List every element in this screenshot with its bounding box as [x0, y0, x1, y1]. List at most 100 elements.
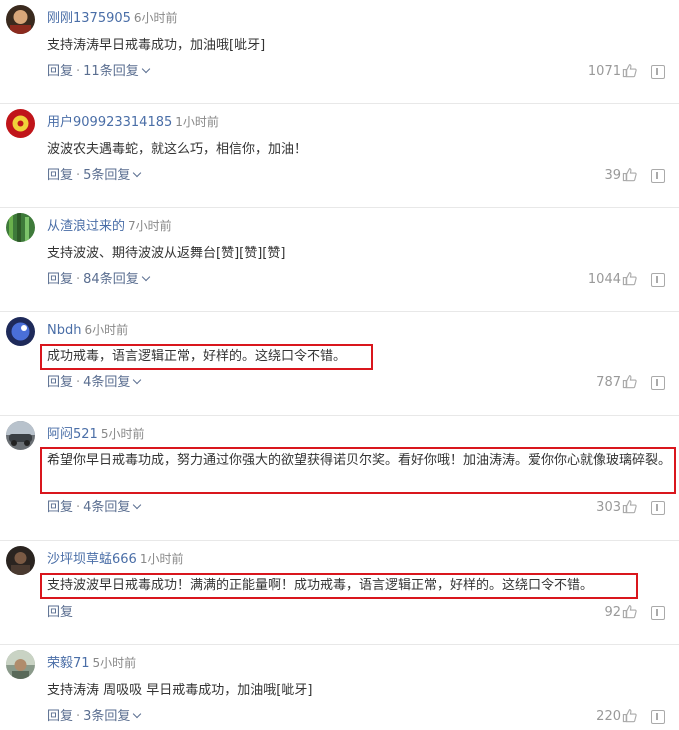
comment-header: 用户909923314185 1小时前 — [47, 113, 219, 132]
comment-header: Nbdh 6小时前 — [47, 321, 128, 340]
thumbs-up-icon[interactable] — [622, 374, 637, 389]
comment-actions: 回复 · 4条回复 — [47, 499, 142, 517]
comment-text: 支持波波早日戒毒成功！满满的正能量啊！成功戒毒，语言逻辑正常，好样的。这绕口令不… — [47, 578, 594, 593]
comment-header: 从渣浪过来的 7小时前 — [47, 217, 172, 236]
comment-header: 刚刚1375905 6小时前 — [47, 9, 178, 28]
avatar[interactable] — [6, 650, 35, 679]
comment-actions: 回复 · 4条回复 — [47, 374, 142, 392]
replies-toggle[interactable]: 11条回复 — [83, 64, 150, 79]
comment-header: 荣毅71 5小时前 — [47, 654, 136, 673]
report-icon[interactable] — [651, 273, 665, 287]
separator-dot: · — [76, 272, 81, 287]
username[interactable]: 荣毅71 — [47, 656, 90, 671]
like-count: 787 — [596, 375, 621, 390]
username[interactable]: 阿闷521 — [47, 427, 98, 442]
avatar[interactable] — [6, 317, 35, 346]
reply-button[interactable]: 回复 — [47, 375, 73, 390]
thumbs-up-icon[interactable] — [622, 167, 637, 182]
report-icon[interactable] — [651, 501, 665, 515]
like-count: 1044 — [587, 272, 621, 287]
thumbs-up-icon[interactable] — [622, 271, 637, 286]
replies-count: 3条回复 — [83, 709, 131, 724]
reply-button[interactable]: 回复 — [47, 709, 73, 724]
chevron-down-icon — [133, 500, 142, 510]
timestamp: 7小时前 — [128, 219, 172, 233]
replies-toggle[interactable]: 4条回复 — [83, 375, 142, 390]
report-icon[interactable] — [651, 606, 665, 620]
timestamp: 5小时前 — [92, 656, 137, 670]
comment-item: 阿闷521 5小时前 希望你早日戒毒功成，努力通过你强大的欲望获得诺贝尔奖。看好你… — [0, 416, 679, 541]
replies-toggle[interactable]: 4条回复 — [83, 500, 142, 515]
comment-item: 沙坪坝草蜢666 1小时前 支持波波早日戒毒成功！满满的正能量啊！成功戒毒，语言逻… — [0, 541, 679, 645]
reply-button[interactable]: 回复 — [47, 272, 73, 287]
comment-actions: 回复 · 11条回复 — [47, 63, 150, 81]
thumbs-up-icon[interactable] — [622, 708, 637, 723]
avatar[interactable] — [6, 109, 35, 138]
timestamp: 1小时前 — [139, 552, 184, 566]
reply-button[interactable]: 回复 — [47, 64, 73, 79]
like-count: 220 — [596, 709, 621, 724]
comment-actions: 回复 · 5条回复 — [47, 167, 142, 185]
comment-text: 希望你早日戒毒功成，努力通过你强大的欲望获得诺贝尔奖。看好你哦！加油涛涛。爱你你… — [47, 453, 672, 468]
avatar[interactable] — [6, 5, 35, 34]
report-icon[interactable] — [651, 169, 665, 183]
comment-item: Nbdh 6小时前 成功戒毒，语言逻辑正常，好样的。这绕口令不错。 回复 · 4条回复… — [0, 312, 679, 416]
separator-dot: · — [76, 168, 81, 183]
chevron-down-icon — [133, 375, 142, 385]
avatar[interactable] — [6, 546, 35, 575]
like-count: 39 — [604, 168, 621, 183]
username[interactable]: 用户909923314185 — [47, 115, 172, 130]
reply-button[interactable]: 回复 — [47, 605, 73, 620]
comment-actions: 回复 · 3条回复 — [47, 708, 142, 726]
chevron-down-icon — [133, 168, 142, 178]
reply-button[interactable]: 回复 — [47, 500, 73, 515]
comment-item: 用户909923314185 1小时前 波波农夫遇毒蛇，就这么巧，相信你，加油！ … — [0, 104, 679, 208]
like-count: 92 — [604, 605, 621, 620]
comment-actions: 回复 · 84条回复 — [47, 271, 150, 289]
thumbs-up-icon[interactable] — [622, 499, 637, 514]
replies-count: 11条回复 — [83, 64, 139, 79]
comment-text: 支持波波、期待波波从返舞台[赞][赞][赞] — [47, 246, 286, 261]
replies-toggle[interactable]: 84条回复 — [83, 272, 150, 287]
separator-dot: · — [76, 500, 81, 515]
thumbs-up-icon[interactable] — [622, 63, 637, 78]
avatar[interactable] — [6, 213, 35, 242]
comment-header: 沙坪坝草蜢666 1小时前 — [47, 550, 183, 569]
chevron-down-icon — [133, 709, 142, 719]
separator-dot: · — [76, 375, 81, 390]
replies-count: 5条回复 — [83, 168, 131, 183]
comment-text: 支持涛涛 周吸吸 早日戒毒成功，加油哦[呲牙] — [47, 683, 313, 698]
username[interactable]: Nbdh — [47, 323, 81, 338]
thumbs-up-icon[interactable] — [622, 604, 637, 619]
comment-text: 成功戒毒，语言逻辑正常，好样的。这绕口令不错。 — [47, 349, 347, 364]
username[interactable]: 刚刚1375905 — [47, 11, 131, 26]
separator-dot: · — [76, 709, 81, 724]
timestamp: 6小时前 — [133, 11, 178, 25]
comment-item: 荣毅71 5小时前 支持涛涛 周吸吸 早日戒毒成功，加油哦[呲牙] 回复 · 3条回复… — [0, 645, 679, 730]
avatar[interactable] — [6, 421, 35, 450]
comment-list: 刚刚1375905 6小时前 支持涛涛早日戒毒成功，加油哦[呲牙] 回复 · 11条回… — [0, 0, 679, 730]
comment-text: 支持涛涛早日戒毒成功，加油哦[呲牙] — [47, 38, 266, 53]
timestamp: 6小时前 — [84, 323, 129, 337]
report-icon[interactable] — [651, 376, 665, 390]
comment-text: 波波农夫遇毒蛇，就这么巧，相信你，加油！ — [47, 142, 308, 157]
replies-count: 4条回复 — [83, 375, 131, 390]
comment-item: 从渣浪过来的 7小时前 支持波波、期待波波从返舞台[赞][赞][赞] 回复 · 84条… — [0, 208, 679, 312]
comment-header: 阿闷521 5小时前 — [47, 425, 144, 444]
replies-count: 84条回复 — [83, 272, 139, 287]
separator-dot: · — [76, 64, 81, 79]
report-icon[interactable] — [651, 710, 665, 724]
replies-toggle[interactable]: 3条回复 — [83, 709, 142, 724]
like-count: 1071 — [587, 64, 621, 79]
username[interactable]: 从渣浪过来的 — [47, 219, 125, 234]
username[interactable]: 沙坪坝草蜢666 — [47, 552, 137, 567]
chevron-down-icon — [141, 272, 150, 282]
timestamp: 5小时前 — [100, 427, 145, 441]
comment-item: 刚刚1375905 6小时前 支持涛涛早日戒毒成功，加油哦[呲牙] 回复 · 11条回… — [0, 0, 679, 104]
reply-button[interactable]: 回复 — [47, 168, 73, 183]
chevron-down-icon — [141, 64, 150, 74]
like-count: 303 — [596, 500, 621, 515]
comment-actions: 回复 — [47, 604, 73, 622]
replies-toggle[interactable]: 5条回复 — [83, 168, 142, 183]
report-icon[interactable] — [651, 65, 665, 79]
